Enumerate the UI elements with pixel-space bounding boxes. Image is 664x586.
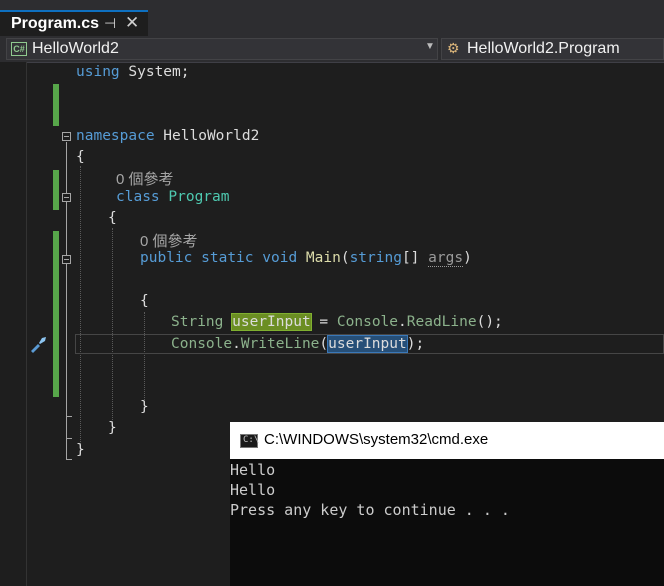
console-output-line: Hello — [230, 461, 276, 479]
brace: { — [108, 210, 117, 226]
code-line-brace[interactable]: } — [76, 440, 85, 460]
console-window[interactable]: C:\ C:\WINDOWS\system32\cmd.exe Hello He… — [230, 422, 664, 586]
parameter-name: args — [428, 250, 464, 267]
outline-end — [66, 438, 72, 439]
method-name: Main — [305, 250, 341, 266]
brace: } — [76, 442, 85, 458]
project-dropdown[interactable]: C# HelloWorld2 ▼ — [6, 38, 438, 60]
punctuation: ( — [319, 336, 329, 352]
class-name: Program — [168, 189, 230, 205]
change-bar — [53, 170, 59, 210]
punctuation: ); — [406, 336, 425, 352]
console-output-line: Press any key to continue . . . — [230, 501, 510, 519]
keyword: namespace — [76, 128, 155, 144]
keyword: public — [140, 250, 193, 266]
console-title: C:\WINDOWS\system32\cmd.exe — [264, 431, 489, 448]
outline-end — [66, 459, 72, 460]
operator: = — [310, 314, 337, 330]
keyword: class — [116, 189, 160, 205]
code-text: System; — [119, 64, 190, 80]
namespace-name: HelloWorld2 — [154, 128, 260, 144]
console-output-line: Hello — [230, 481, 276, 499]
tab-program-cs[interactable]: Program.cs ⊣ ✕ — [0, 10, 148, 36]
brace: } — [140, 399, 149, 415]
keyword: static — [201, 250, 254, 266]
code-line-using[interactable]: using System; — [76, 62, 190, 82]
pin-icon[interactable]: ⊣ — [104, 15, 116, 32]
code-line-brace[interactable]: { — [108, 208, 117, 228]
type-dropdown[interactable]: ⚙ HelloWorld2.Program — [441, 38, 664, 60]
outline-line — [66, 142, 67, 460]
codelens-references[interactable]: 0 個參考 — [116, 168, 174, 189]
indent-guide — [80, 166, 81, 456]
console-title-bar[interactable]: C:\ C:\WINDOWS\system32\cmd.exe — [230, 422, 664, 459]
collapse-method-icon[interactable] — [62, 255, 71, 264]
punctuation: [] — [401, 250, 429, 266]
change-bar — [53, 84, 59, 126]
brace: } — [108, 420, 117, 436]
punctuation: ) — [463, 250, 472, 266]
glyph-margin — [0, 62, 27, 586]
indent-guide — [144, 312, 145, 404]
keyword: string — [349, 250, 402, 266]
code-line-brace[interactable]: { — [140, 291, 149, 311]
close-icon[interactable]: ✕ — [125, 13, 139, 33]
code-line-class[interactable]: class Program — [116, 187, 230, 207]
chevron-down-icon[interactable]: ▼ — [425, 41, 435, 52]
collapse-class-icon[interactable] — [62, 193, 71, 202]
keyword: using — [76, 64, 120, 80]
brace: { — [140, 293, 149, 309]
variable-highlight: userInput — [231, 313, 312, 331]
method-ref: ReadLine — [406, 314, 477, 330]
csharp-file-icon: C# — [11, 42, 27, 56]
code-line-main[interactable]: public static void Main(string[] args) — [140, 248, 472, 268]
variable-highlight: userInput — [327, 335, 408, 353]
quick-actions-icon[interactable] — [28, 334, 48, 354]
code-line-readline[interactable]: String userInput = Console.ReadLine(); — [171, 312, 503, 332]
indent-guide — [112, 228, 113, 428]
outline-end — [66, 416, 72, 417]
collapse-namespace-icon[interactable] — [62, 132, 71, 141]
brace: { — [76, 149, 85, 165]
change-bar — [53, 231, 59, 397]
tab-title[interactable]: Program.cs — [11, 15, 99, 33]
punctuation: . — [398, 314, 407, 330]
punctuation: . — [232, 336, 241, 352]
type-name: String — [171, 314, 224, 330]
code-line-brace[interactable]: { — [76, 147, 85, 167]
project-name: HelloWorld2 — [32, 40, 119, 57]
navigation-bar: C# HelloWorld2 ▼ ⚙ HelloWorld2.Program — [0, 36, 664, 63]
code-line-brace[interactable]: } — [140, 397, 149, 417]
class-ref: Console — [336, 314, 399, 330]
type-name: HelloWorld2.Program — [467, 40, 620, 57]
code-line-namespace[interactable]: namespace HelloWorld2 — [76, 126, 259, 146]
cmd-icon: C:\ — [240, 434, 259, 448]
tab-strip: Program.cs ⊣ ✕ — [0, 0, 664, 36]
code-line-brace[interactable]: } — [108, 418, 117, 438]
method-ref: WriteLine — [240, 336, 320, 352]
class-ref: Console — [171, 336, 233, 352]
keyword: void — [262, 250, 298, 266]
code-line-writeline[interactable]: Console.WriteLine(userInput); — [171, 334, 424, 354]
punctuation: ( — [340, 250, 350, 266]
class-icon: ⚙ — [447, 40, 460, 56]
punctuation: (); — [476, 314, 503, 330]
